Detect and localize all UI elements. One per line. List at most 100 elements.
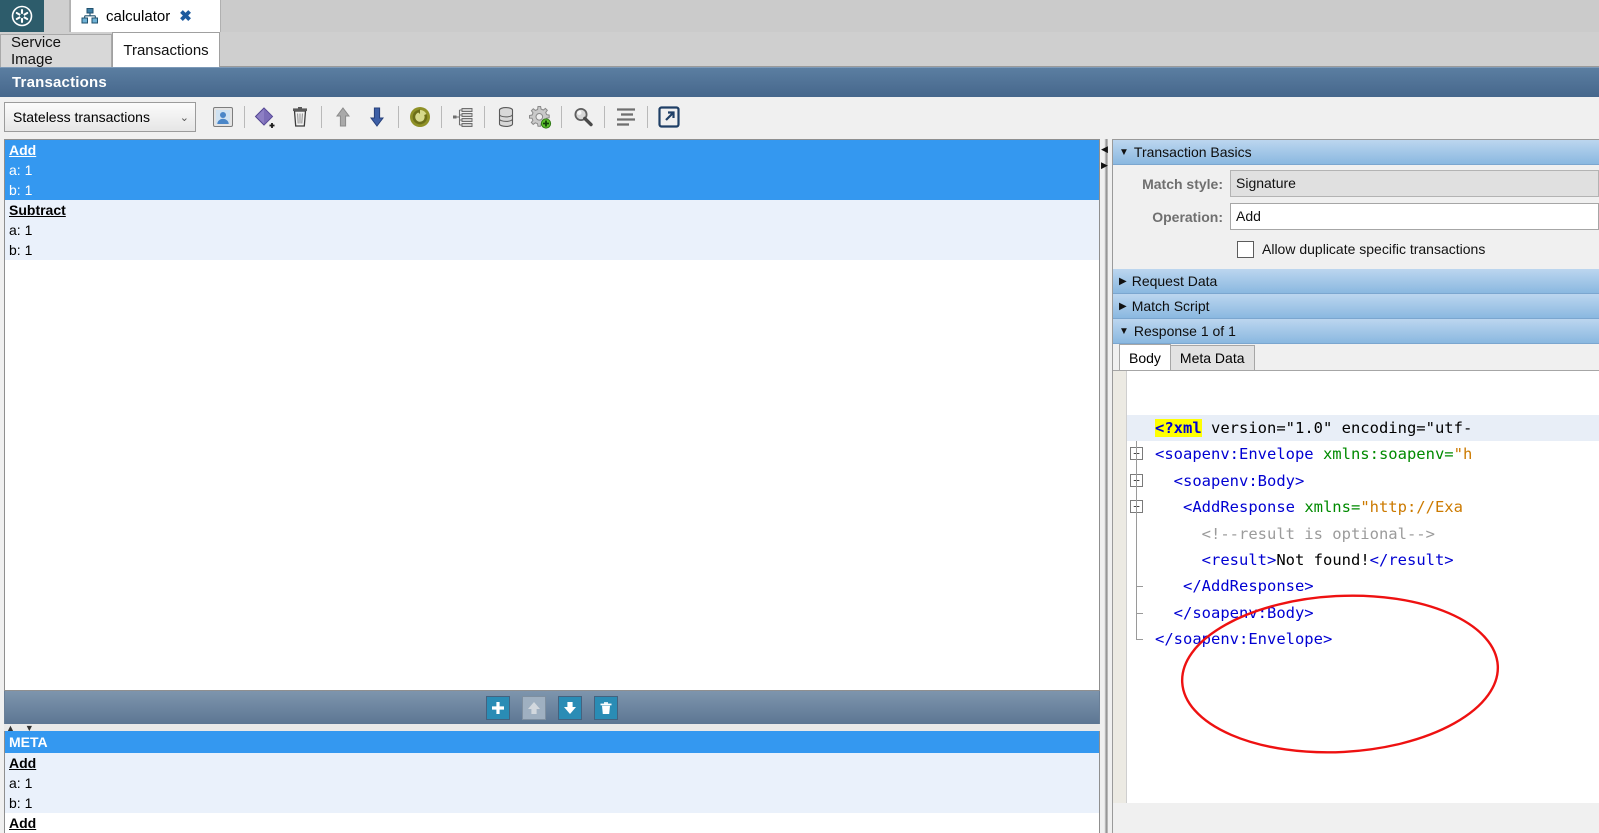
main-content: Transactions Stateless transactions ⌄ Ad… <box>0 67 1599 833</box>
fold-tree-line <box>1136 494 1137 521</box>
chevron-right-icon: ▶ <box>1119 275 1127 287</box>
code-line-text: <!--result is optional--> <box>1155 524 1435 543</box>
toolbar-separator <box>561 106 562 128</box>
database-icon[interactable] <box>489 100 523 134</box>
section-response[interactable]: ▼ Response 1 of 1 <box>1113 319 1599 344</box>
gear-add-icon[interactable] <box>523 100 557 134</box>
fold-tree-stub <box>1136 586 1143 588</box>
match-style-label: Match style: <box>1142 175 1223 192</box>
code-line: <!--result is optional--> <box>1127 520 1599 547</box>
toolbar-separator <box>398 106 399 128</box>
chevron-down-icon: ▼ <box>1119 325 1129 337</box>
title-bar: calculator ✖ <box>0 0 1599 32</box>
tab-service-image[interactable]: Service Image <box>0 34 112 68</box>
allow-duplicate-row: Allow duplicate specific transactions <box>1113 235 1599 263</box>
asterisk-logo-icon <box>0 0 44 32</box>
transaction-name: Add <box>9 142 37 158</box>
transaction-field: b: 1 <box>9 242 33 258</box>
add-diamond-icon[interactable] <box>249 100 283 134</box>
titlebar-empty-area <box>221 0 1599 32</box>
refresh-circle-icon[interactable] <box>403 100 437 134</box>
code-line: </AddResponse> <box>1127 573 1599 600</box>
chevron-down-icon: ▼ <box>1119 146 1129 158</box>
tab-service-image-label: Service Image <box>11 34 62 68</box>
move-up-button <box>522 695 546 720</box>
code-line-text: <soapenv:Body> <box>1155 471 1305 490</box>
list-item[interactable]: Add a: 1 b: 1 <box>5 753 1099 813</box>
toolbar-separator <box>604 106 605 128</box>
chevron-down-icon: ⌄ <box>179 111 189 124</box>
tab-meta-data[interactable]: Meta Data <box>1169 345 1255 370</box>
code-line-text: </soapenv:Envelope> <box>1155 630 1333 649</box>
operation-row: Operation: Add <box>1113 202 1599 231</box>
open-external-icon[interactable] <box>652 100 686 134</box>
expand-right-icon[interactable]: ▶ <box>1101 161 1108 170</box>
align-text-icon[interactable] <box>609 100 643 134</box>
magnifier-icon[interactable] <box>566 100 600 134</box>
transaction-field: b: 1 <box>9 795 33 811</box>
fold-tree-line <box>1136 546 1137 574</box>
tab-body[interactable]: Body <box>1119 344 1171 370</box>
close-icon[interactable]: ✖ <box>179 7 192 25</box>
transaction-field: a: 1 <box>9 775 33 791</box>
collapse-left-icon[interactable]: ◀ <box>1101 145 1108 154</box>
code-line-text: <AddResponse xmlns="http://Exa <box>1155 498 1463 517</box>
toolbar-separator <box>441 106 442 128</box>
code-line-text: <soapenv:Envelope xmlns:soapenv="h <box>1155 445 1473 464</box>
section-match-script-label: Match Script <box>1131 298 1210 314</box>
code-line-text: <?xml version="1.0" encoding="utf- <box>1155 419 1473 437</box>
toolbar-separator <box>244 106 245 128</box>
section-match-script[interactable]: ▶ Match Script <box>1113 294 1599 319</box>
vertical-splitter[interactable]: ◀ ▶ <box>1100 139 1112 833</box>
section-transaction-basics-label: Transaction Basics <box>1133 144 1252 160</box>
tab-transactions-label: Transactions <box>123 41 209 59</box>
tree-structure-icon[interactable] <box>446 100 480 134</box>
move-up-arrow-icon[interactable] <box>326 100 360 134</box>
add-user-transaction-icon[interactable] <box>206 100 240 134</box>
code-line: <result>Not found!</result> <box>1127 546 1599 574</box>
fold-tree-line <box>1136 467 1137 495</box>
response-tab-strip: Body Meta Data <box>1113 344 1599 371</box>
fold-tree-stub <box>1136 612 1143 614</box>
document-tab-calculator[interactable]: calculator ✖ <box>70 0 221 32</box>
list-action-bar <box>4 691 1100 724</box>
match-style-row: Match style: Signature <box>1113 169 1599 198</box>
document-tab-label: calculator <box>106 7 171 25</box>
allow-duplicate-checkbox[interactable] <box>1237 240 1254 258</box>
meta-transaction-list[interactable]: META Add a: 1 b: 1 Add a: 1 b: 3 <box>4 731 1100 833</box>
transaction-name: Add <box>9 815 37 831</box>
trash-icon[interactable] <box>283 100 317 134</box>
section-request-data-label: Request Data <box>1131 273 1218 289</box>
transaction-mode-select[interactable]: Stateless transactions ⌄ <box>4 102 196 132</box>
toolbar-separator <box>484 106 485 128</box>
list-item[interactable]: Add a: 1 b: 1 <box>5 140 1099 200</box>
list-item[interactable]: Add a: 1 b: 3 <box>5 813 1099 833</box>
section-request-data[interactable]: ▶ Request Data <box>1113 269 1599 294</box>
match-style-value: Signature <box>1230 170 1599 197</box>
transaction-field: a: 1 <box>9 162 33 178</box>
transaction-basics-body: Match style: Signature Operation: Add Al… <box>1113 165 1599 269</box>
move-down-arrow-icon[interactable] <box>360 100 394 134</box>
transaction-list[interactable]: Add a: 1 b: 1 Subtract a: 1 b: 1 <box>4 139 1100 691</box>
delete-item-button[interactable] <box>594 695 618 720</box>
code-line: −<soapenv:Envelope xmlns:soapenv="h <box>1127 441 1599 468</box>
tab-meta-data-label: Meta Data <box>1179 350 1245 366</box>
transaction-name: Add <box>9 755 37 771</box>
tab-transactions[interactable]: Transactions <box>112 32 220 67</box>
transaction-field: b: 1 <box>9 182 33 198</box>
move-down-button[interactable] <box>558 695 582 720</box>
response-body-editor[interactable]: <?xml version="1.0" encoding="utf- −<soap… <box>1113 371 1599 803</box>
operation-label: Operation: <box>1152 208 1223 225</box>
section-transaction-basics[interactable]: ▼ Transaction Basics <box>1113 140 1599 165</box>
fold-tree-line <box>1136 520 1137 547</box>
transaction-field: a: 1 <box>9 222 33 238</box>
allow-duplicate-label: Allow duplicate specific transactions <box>1262 241 1486 257</box>
operation-input[interactable]: Add <box>1230 203 1599 230</box>
service-image-icon <box>81 7 99 25</box>
code-line-text: </soapenv:Body> <box>1155 603 1314 622</box>
list-item[interactable]: Subtract a: 1 b: 1 <box>5 200 1099 260</box>
fold-tree-line <box>1136 441 1137 468</box>
chevron-right-icon: ▶ <box>1119 300 1127 312</box>
add-item-button[interactable] <box>486 695 510 720</box>
code-line-text: </AddResponse> <box>1155 577 1314 596</box>
